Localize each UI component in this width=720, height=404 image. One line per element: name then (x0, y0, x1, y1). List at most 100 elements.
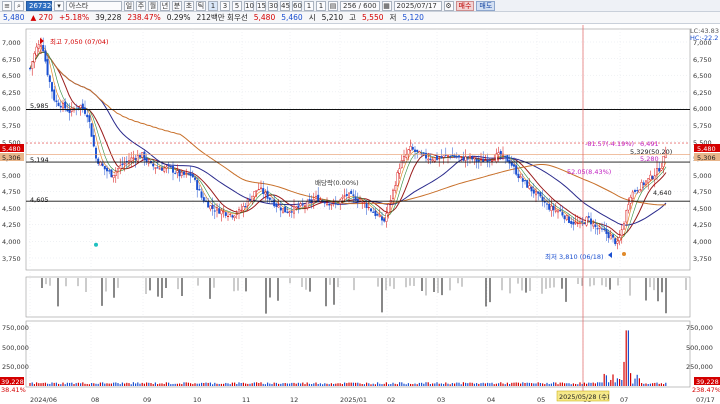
chart-canvas[interactable]: 7,000 6,750 6,500 6,250 6,000 5,750 5,50… (0, 25, 720, 404)
interval-3-button[interactable]: 3 (220, 0, 230, 11)
settings-icon[interactable]: ⚙ (443, 0, 454, 11)
list-icon[interactable]: ≡ (2, 0, 12, 11)
candle-body (191, 174, 194, 178)
candle-body (561, 212, 564, 216)
toolbar: ≡ ⌕ 267320 ▾ 아스타 일 주 월 년 분 초 틱 1 3 5 10 … (0, 0, 720, 12)
interval-30-button[interactable]: 30 (268, 0, 278, 11)
period-tick-button[interactable]: 틱 (196, 0, 206, 11)
period-second-button[interactable]: 초 (184, 0, 194, 11)
price-tick: 4,250 (693, 221, 712, 229)
candle-body (460, 156, 463, 158)
candle-body (350, 190, 353, 194)
candle-body (88, 115, 91, 122)
bid-price: 5,480 (253, 13, 276, 22)
volume-tick: 750,000 (2, 324, 29, 332)
candle-body (464, 156, 467, 161)
candle-body (108, 170, 111, 172)
candle-body (469, 155, 472, 158)
calendar-icon[interactable]: ▦ (381, 0, 392, 11)
candle-body (471, 156, 474, 160)
chart-type-icon[interactable]: ▤ (328, 0, 338, 11)
sell-button[interactable]: 매도 (476, 0, 496, 11)
period-week-button[interactable]: 주 (136, 0, 146, 11)
candle-body (306, 201, 309, 209)
price-tick: 4,500 (2, 205, 21, 213)
interval-1-button[interactable]: 1 (208, 0, 218, 11)
candle-body (209, 205, 212, 210)
candle-body (574, 221, 577, 224)
ma20-line (29, 51, 667, 236)
buy-button[interactable]: 매수 (455, 0, 475, 11)
interval-5-button[interactable]: 5 (232, 0, 242, 11)
candle-body (83, 107, 86, 114)
candle-body (475, 159, 478, 162)
interval-45-button[interactable]: 45 (280, 0, 290, 11)
candle-body (229, 213, 232, 215)
page-counter[interactable]: 256 / 600 (340, 0, 380, 11)
change-value: 270 (38, 13, 53, 22)
candle-body (279, 207, 282, 211)
chart-area[interactable]: 7,000 6,750 6,500 6,250 6,000 5,750 5,50… (0, 25, 720, 404)
candle-body (266, 190, 269, 199)
interval-10-button[interactable]: 10 (244, 0, 254, 11)
vol-tag-right-1: 39,228 (696, 378, 719, 386)
stock-code-input[interactable]: 267320 (26, 0, 56, 11)
price-tick: 6,500 (2, 72, 21, 80)
candle-body (653, 175, 656, 180)
candle-body (130, 157, 133, 162)
candle-body (77, 107, 80, 109)
candle-body (231, 215, 234, 218)
interval-15-button[interactable]: 15 (256, 0, 266, 11)
price-tick: 4,750 (2, 188, 21, 196)
date-tick: 2024/06 (30, 396, 57, 404)
candle-body (343, 195, 346, 197)
interval-60-button[interactable]: 60 (292, 0, 302, 11)
dropdown-icon[interactable]: ▾ (54, 0, 64, 11)
tick-count-1-button[interactable]: 1 (304, 0, 314, 11)
search-icon[interactable]: ⌕ (14, 0, 24, 11)
candle-body (642, 182, 645, 186)
price-tick: 6,000 (2, 105, 21, 113)
candle-body (409, 145, 412, 151)
period-year-button[interactable]: 년 (160, 0, 170, 11)
candle-body (224, 212, 227, 216)
period-day-button[interactable]: 일 (124, 0, 134, 11)
date-input[interactable]: 2025/07/17 (393, 0, 442, 11)
marker-dot (94, 242, 98, 247)
candle-body (114, 171, 117, 176)
vol-tag-left-1: 39,228 (1, 378, 24, 386)
candle-body (473, 157, 476, 160)
candle-body (631, 191, 634, 199)
candle-body (515, 165, 518, 175)
candle-body (160, 167, 163, 171)
candle-body (374, 210, 377, 217)
volume-tick: 250,000 (686, 363, 713, 371)
candle-body (387, 204, 390, 213)
candle-body (253, 191, 256, 197)
candle-body (587, 216, 590, 218)
candle-body (143, 151, 146, 161)
period-month-button[interactable]: 월 (148, 0, 158, 11)
stock-name-field[interactable]: 아스타 (66, 0, 122, 11)
price-tick: 4,000 (2, 238, 21, 246)
candle-body (277, 205, 280, 208)
candle-body (308, 199, 311, 201)
candle-body (530, 186, 533, 192)
candle-body (123, 163, 126, 165)
candle-body (609, 235, 612, 240)
candle-body (260, 187, 263, 189)
volume-axis: 750,000 500,000 250,000 750,000 500,000 … (2, 324, 713, 371)
candle-body (200, 191, 203, 198)
price-tick: 5,000 (693, 172, 712, 180)
tick-count-2-button[interactable]: 1 (316, 0, 326, 11)
price-tick: 3,750 (2, 255, 21, 263)
candle-body (543, 201, 546, 203)
candle-body (295, 206, 298, 209)
period-minute-button[interactable]: 분 (172, 0, 182, 11)
candle-body (607, 232, 610, 238)
price-tick: 5,750 (693, 122, 712, 130)
candle-body (579, 221, 582, 225)
candle-body (101, 163, 104, 166)
date-tick: 07/17 (696, 396, 715, 404)
candle-body (154, 167, 157, 169)
